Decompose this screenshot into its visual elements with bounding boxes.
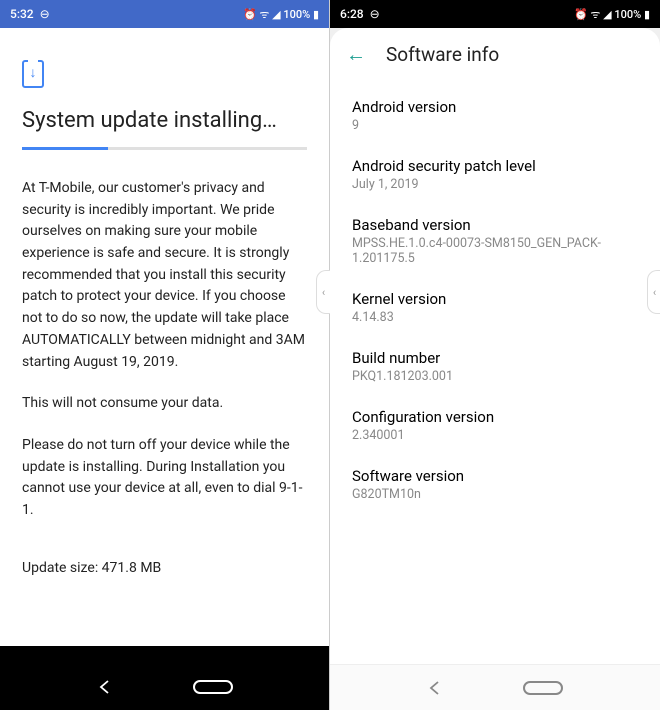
status-icons: ⏰ ᯤ ◢ 100% ▮ <box>243 7 319 22</box>
update-data-note: This will not consume your data. <box>22 393 307 415</box>
nav-bar <box>0 664 329 710</box>
info-item[interactable]: Kernel version 4.14.83 <box>352 279 638 338</box>
screen-software-info: 6:28 ⊖ ⏰ ᯤ ◢ 100% ▮ ← Software info Andr… <box>330 0 660 710</box>
update-content: System update installing… At T-Mobile, o… <box>0 28 329 646</box>
info-label: Kernel version <box>352 290 638 308</box>
status-bar: 6:28 ⊖ ⏰ ᯤ ◢ 100% ▮ <box>330 0 660 28</box>
info-list[interactable]: Android version 9 Android security patch l… <box>330 81 660 664</box>
info-item[interactable]: Android version 9 <box>352 87 638 146</box>
info-label: Build number <box>352 349 638 367</box>
info-item[interactable]: Build number PKQ1.181203.001 <box>352 338 638 397</box>
nav-back-button[interactable] <box>427 680 443 696</box>
page-title: System update installing… <box>22 108 307 133</box>
info-item[interactable]: Configuration version 2.340001 <box>352 397 638 456</box>
header-title: Software info <box>386 43 499 66</box>
status-time: 5:32 <box>10 7 34 21</box>
status-bar: 5:32 ⊖ ⏰ ᯤ ◢ 100% ▮ <box>0 0 329 28</box>
info-label: Configuration version <box>352 408 638 426</box>
progress-bar <box>22 147 307 150</box>
back-arrow-icon[interactable]: ← <box>346 42 366 67</box>
progress-fill <box>22 147 108 150</box>
status-time: 6:28 <box>340 7 364 21</box>
update-warning: Please do not turn off your device while… <box>22 435 307 522</box>
nav-back-button[interactable] <box>97 679 113 695</box>
nav-home-button[interactable] <box>193 680 233 694</box>
info-value: 2.340001 <box>352 428 638 443</box>
info-value: July 1, 2019 <box>352 177 638 192</box>
info-value: 9 <box>352 118 638 133</box>
info-label: Baseband version <box>352 216 638 234</box>
info-item[interactable]: Baseband version MPSS.HE.1.0.c4-00073-SM8… <box>352 205 638 279</box>
info-label: Android version <box>352 98 638 116</box>
info-value: PKQ1.181203.001 <box>352 369 638 384</box>
info-value: 4.14.83 <box>352 310 638 325</box>
update-size: Update size: 471.8 MB <box>22 560 307 576</box>
edge-panel-handle[interactable]: ‹ <box>647 270 660 314</box>
header: ← Software info <box>330 28 660 81</box>
edge-panel-handle[interactable]: ‹ <box>316 270 330 314</box>
update-description: At T-Mobile, our customer's privacy and … <box>22 178 307 373</box>
info-value: MPSS.HE.1.0.c4-00073-SM8150_GEN_PACK-1.2… <box>352 236 638 266</box>
info-item[interactable]: Software version G820TM10n <box>352 456 638 515</box>
nav-home-button[interactable] <box>523 681 563 695</box>
dnd-icon: ⊖ <box>370 7 380 21</box>
info-item[interactable]: Android security patch level July 1, 2019 <box>352 146 638 205</box>
info-label: Software version <box>352 467 638 485</box>
info-label: Android security patch level <box>352 157 638 175</box>
dnd-icon: ⊖ <box>40 7 50 21</box>
screen-update: 5:32 ⊖ ⏰ ᯤ ◢ 100% ▮ System update instal… <box>0 0 330 710</box>
nav-bar <box>330 664 660 710</box>
download-icon <box>22 60 44 88</box>
info-value: G820TM10n <box>352 487 638 502</box>
status-icons: ⏰ ᯤ ◢ 100% ▮ <box>574 7 650 22</box>
